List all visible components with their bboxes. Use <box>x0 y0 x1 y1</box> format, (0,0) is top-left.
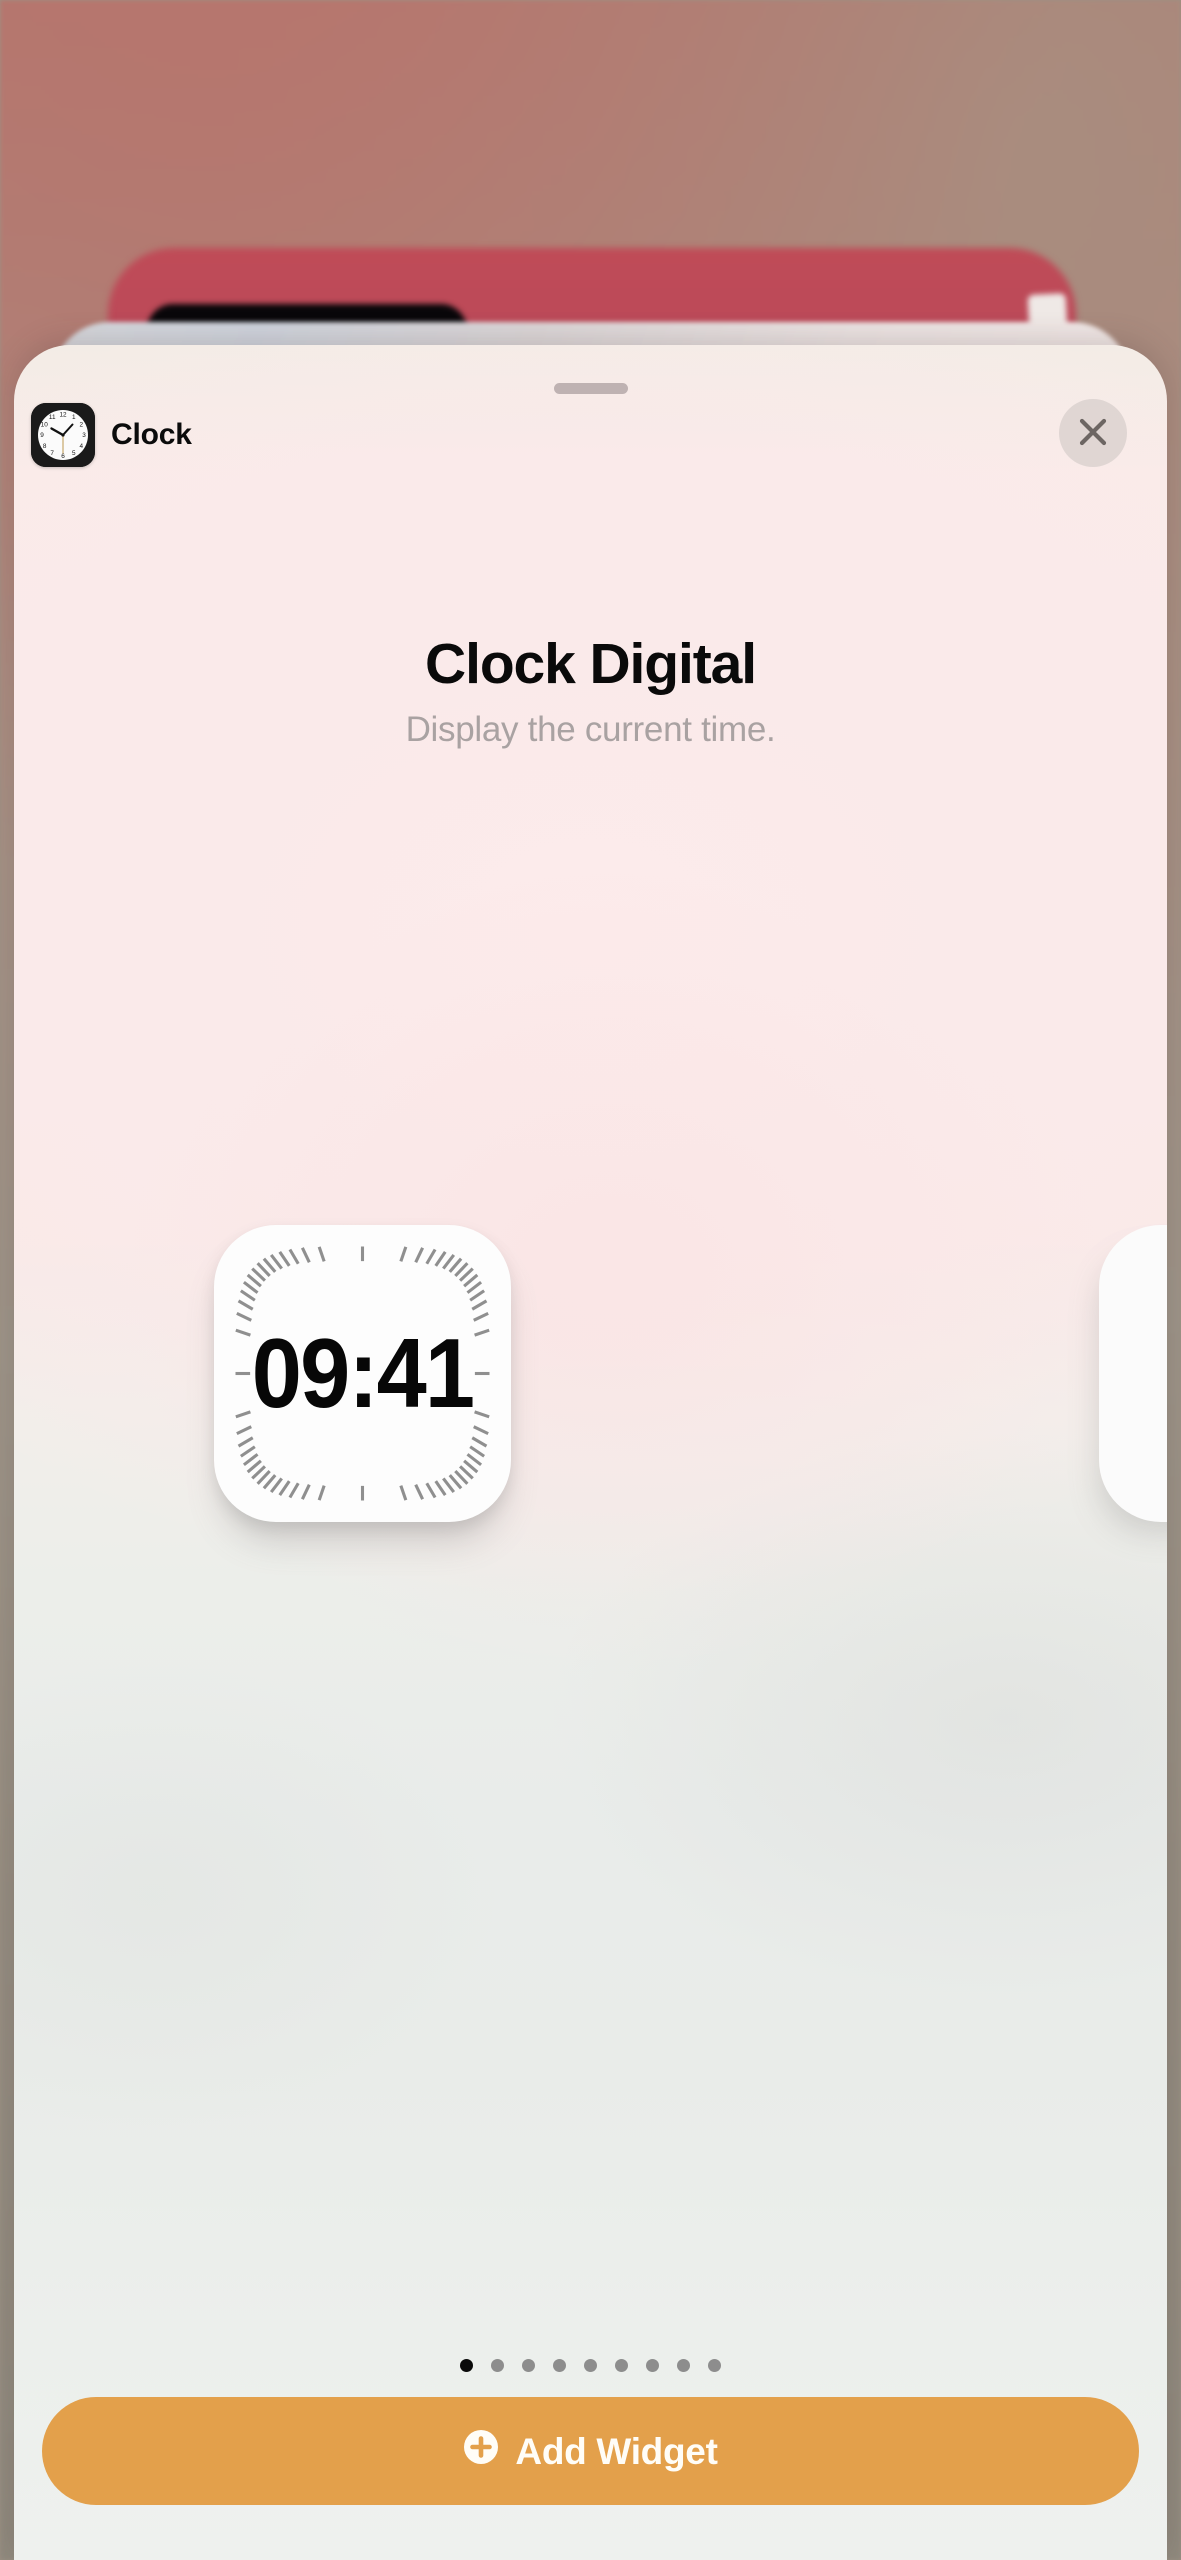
svg-text:9: 9 <box>40 432 44 439</box>
page-dot[interactable] <box>677 2359 690 2372</box>
page-dot[interactable] <box>522 2359 535 2372</box>
sheet-grabber[interactable] <box>553 383 628 394</box>
widget-title: Clock Digital <box>425 632 757 696</box>
page-dot[interactable] <box>584 2359 597 2372</box>
app-chip[interactable]: 12 1 2 3 4 5 6 7 8 9 10 11 Clock <box>31 403 192 467</box>
widget-time-label: 09:41 <box>251 1318 475 1428</box>
add-widget-button[interactable]: Add Widget <box>42 2397 1139 2505</box>
svg-text:1: 1 <box>72 414 76 421</box>
widget-subtitle: Display the current time. <box>405 709 776 749</box>
svg-text:3: 3 <box>82 432 86 439</box>
svg-text:6: 6 <box>61 453 65 460</box>
page-dot[interactable] <box>491 2359 504 2372</box>
svg-text:11: 11 <box>49 414 56 421</box>
plus-circle-icon <box>463 2429 499 2474</box>
page-dot[interactable] <box>708 2359 721 2372</box>
page-dot[interactable] <box>615 2359 628 2372</box>
svg-text:8: 8 <box>43 443 47 450</box>
svg-text:12: 12 <box>59 411 67 418</box>
page-dot[interactable] <box>553 2359 566 2372</box>
widget-detail-sheet: 12 1 2 3 4 5 6 7 8 9 10 11 Clock Clock D… <box>14 345 1167 2560</box>
close-button[interactable] <box>1059 399 1127 467</box>
svg-text:7: 7 <box>50 450 54 457</box>
widget-preview-card[interactable]: 09:41 <box>214 1225 511 1522</box>
clock-app-icon: 12 1 2 3 4 5 6 7 8 9 10 11 <box>31 403 95 467</box>
svg-text:5: 5 <box>72 450 76 457</box>
svg-text:4: 4 <box>80 443 84 450</box>
widget-preview-next-peek[interactable] <box>1099 1225 1167 1522</box>
widget-preview-carousel[interactable]: 09:41 <box>14 1225 1167 1655</box>
app-name-label: Clock <box>111 418 192 451</box>
close-icon <box>1077 416 1109 451</box>
page-dot[interactable] <box>646 2359 659 2372</box>
add-widget-label: Add Widget <box>515 2430 718 2472</box>
svg-text:2: 2 <box>80 422 84 429</box>
svg-text:10: 10 <box>41 422 49 429</box>
screen: 12 1 2 3 4 5 6 7 8 9 10 11 Clock Clock D… <box>0 0 1181 2560</box>
sheet-header: 12 1 2 3 4 5 6 7 8 9 10 11 Clock <box>14 395 1167 505</box>
page-indicator[interactable] <box>14 2359 1167 2372</box>
page-dot[interactable] <box>460 2359 473 2372</box>
title-block: Clock Digital Display the current time. <box>14 632 1167 749</box>
